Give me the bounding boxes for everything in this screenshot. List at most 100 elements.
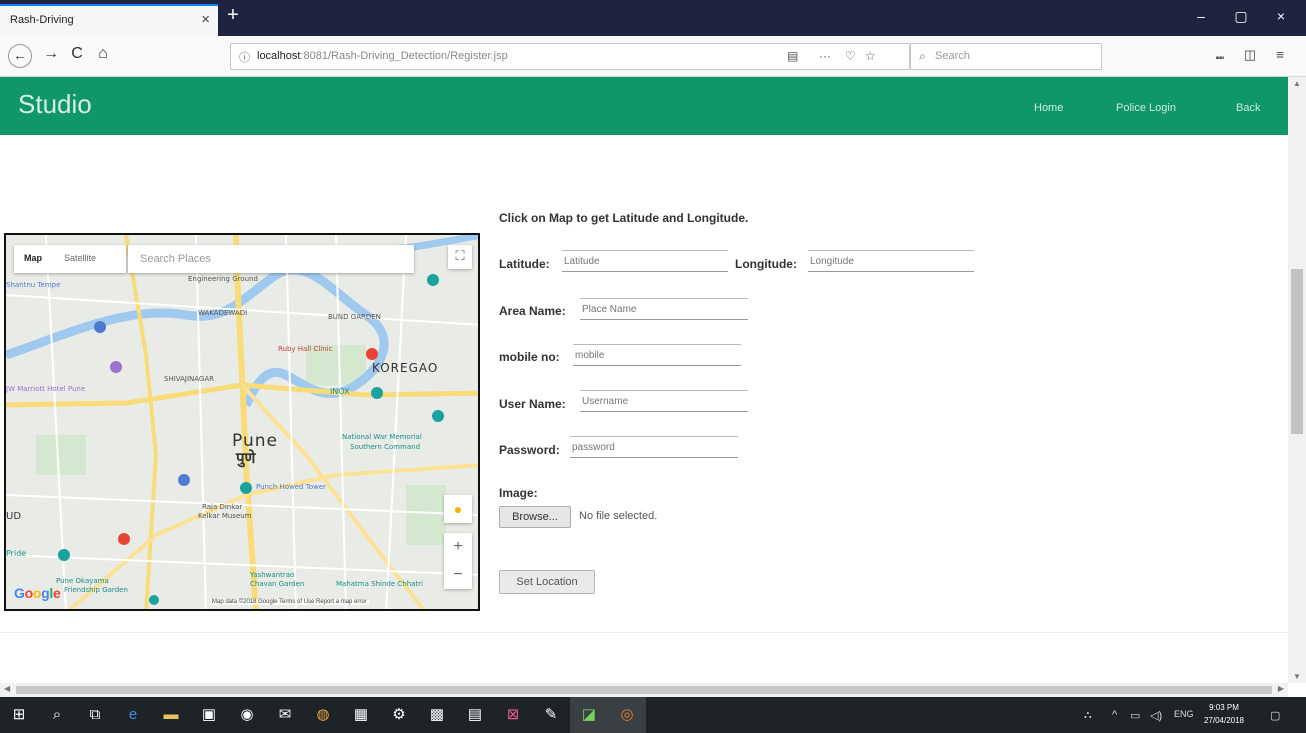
nav-police-login-link[interactable]: Police Login [1116,102,1176,114]
close-window-button[interactable]: × [1266,8,1296,24]
search-icon: ⌕ [919,49,926,63]
content-divider [0,632,1288,633]
nav-home-link[interactable]: Home [1034,102,1063,114]
tab-close-icon[interactable]: × [201,11,210,28]
map-label-city-local: पुणे [236,449,256,467]
scroll-up-icon[interactable]: ▲ [1293,79,1301,88]
url-bar[interactable]: ⓘ localhost:8081/Rash-Driving_Detection/… [230,43,910,70]
clock-date: 27/04/2018 [1203,716,1245,725]
latitude-input[interactable] [562,250,728,272]
browser-toolbar: ← → C ⌂ ⓘ localhost:8081/Rash-Driving_De… [0,36,1306,77]
tray-chevron-icon[interactable]: ^ [1112,709,1117,721]
map-view-button[interactable]: Map [24,253,42,263]
page-actions-icon[interactable]: ··· [819,49,831,63]
url-path: :8081/Rash-Driving_Detection/Register.js… [300,50,508,62]
map-label-shivajinagar: SHIVAJINAGAR [164,375,215,383]
mail-icon[interactable]: ✉ [266,697,304,733]
map-label-bund-garden: BUND GARDEN [328,313,381,321]
volume-icon[interactable]: ◁) [1150,709,1162,722]
latitude-label: Latitude: [499,257,550,271]
image-label: Image: [499,486,538,500]
fullscreen-icon[interactable]: ⛶ [448,245,472,269]
map-type-control: Map Satellite [14,245,126,273]
reload-button[interactable]: C [66,45,88,63]
mobile-input[interactable] [573,344,741,366]
scroll-right-icon[interactable]: ▶ [1278,684,1284,693]
store-icon[interactable]: ▣ [190,697,228,733]
chrome-icon[interactable]: ◍ [304,697,342,733]
menu-icon[interactable]: ≡ [1270,47,1290,62]
library-icon[interactable]: ⑉ [1210,47,1230,62]
forward-button[interactable]: → [40,45,62,63]
app-icon-13[interactable]: ◪ [570,697,608,733]
browser-tab[interactable]: Rash-Driving × [0,4,218,36]
horizontal-scroll-thumb[interactable] [16,686,1272,694]
pocket-icon[interactable]: ♡ [845,49,856,63]
set-location-button[interactable]: Set Location [499,570,595,594]
browser-search-box[interactable]: ⌕ Search [910,43,1102,70]
map-tiles [6,235,478,609]
nav-back-link[interactable]: Back [1236,102,1260,114]
settings-icon[interactable]: ⚙ [380,697,418,733]
longitude-input[interactable] [808,250,974,272]
satellite-view-button[interactable]: Satellite [64,253,96,263]
scroll-down-icon[interactable]: ▼ [1293,672,1301,681]
reader-view-icon[interactable]: ▤ [787,49,798,63]
browse-file-button[interactable]: Browse... [499,506,571,528]
sidebar-icon[interactable]: ◫ [1240,47,1260,63]
site-info-icon[interactable]: ⓘ [239,49,250,65]
app-icon-9[interactable]: ▩ [418,697,456,733]
back-button[interactable]: ← [8,44,32,68]
map-label-okayama: Pune Okayama [56,577,109,585]
pegman-icon[interactable]: ● [444,495,472,523]
horizontal-scrollbar[interactable]: ◀ ▶ [0,683,1288,697]
new-tab-button[interactable]: + [222,4,244,28]
app-icon-11[interactable]: ⊠ [494,697,532,733]
browser-tab-strip: Rash-Driving × + – ▢ × [0,0,1306,36]
home-button[interactable]: ⌂ [92,45,114,63]
mobile-label: mobile no: [499,350,560,364]
zoom-in-button[interactable]: + [444,533,472,561]
zoom-control: + − [444,533,472,589]
minimize-button[interactable]: – [1186,8,1216,24]
map-label-punch-tower: Punch Howed Tower [256,483,327,491]
map-label-marriott: JW Marriott Hotel Pune [6,385,86,393]
file-explorer-icon[interactable]: ▬ [152,697,190,733]
task-view-icon[interactable]: ⧉ [76,697,114,733]
notifications-icon[interactable]: ▢ [1270,709,1280,722]
map-label-koregaon: KOREGAO [372,361,439,375]
file-status: No file selected. [579,510,658,522]
restore-button[interactable]: ▢ [1226,8,1256,25]
site-brand[interactable]: Studio [18,89,92,120]
firefox-icon[interactable]: ◎ [608,697,646,733]
url-text[interactable]: localhost:8081/Rash-Driving_Detection/Re… [257,50,508,62]
people-icon[interactable]: ⛬ [1084,709,1092,722]
vertical-scroll-thumb[interactable] [1291,269,1303,434]
username-input[interactable] [580,390,748,412]
password-label: Password: [499,443,560,457]
start-button[interactable]: ⊞ [0,697,38,733]
password-input[interactable] [570,436,738,458]
form-heading: Click on Map to get Latitude and Longitu… [499,211,749,225]
taskbar-search-icon[interactable]: ⌕ [38,697,76,733]
area-name-input[interactable] [580,298,748,320]
bookmark-star-icon[interactable]: ☆ [865,49,876,63]
media-icon[interactable]: ◉ [228,697,266,733]
map-search-box[interactable]: Search Places [128,245,414,273]
scroll-left-icon[interactable]: ◀ [4,684,10,693]
app-icon-10[interactable]: ▤ [456,697,494,733]
map-label-engineering: Engineering Ground [188,275,258,283]
google-map[interactable]: Pune पुणे KOREGAO WAKADEWADI BUND GARDEN… [4,233,480,611]
site-header: Studio Home Police Login Back [0,77,1288,135]
url-host: localhost [257,50,301,62]
app-icon-12[interactable]: ✎ [532,697,570,733]
map-footer[interactable]: Map data ©2018 Google Terms of Use Repor… [210,599,369,605]
system-clock[interactable]: 9:03 PM 27/04/2018 [1202,701,1246,727]
ime-indicator[interactable]: ENG [1174,709,1194,719]
map-label-raja-dinkar: Raja Dinkar [202,503,243,511]
vertical-scrollbar[interactable]: ▲ ▼ [1288,77,1306,683]
app-icon-7[interactable]: ▦ [342,697,380,733]
battery-icon[interactable]: ▭ [1130,709,1140,722]
edge-icon[interactable]: e [114,697,152,733]
zoom-out-button[interactable]: − [444,561,472,589]
